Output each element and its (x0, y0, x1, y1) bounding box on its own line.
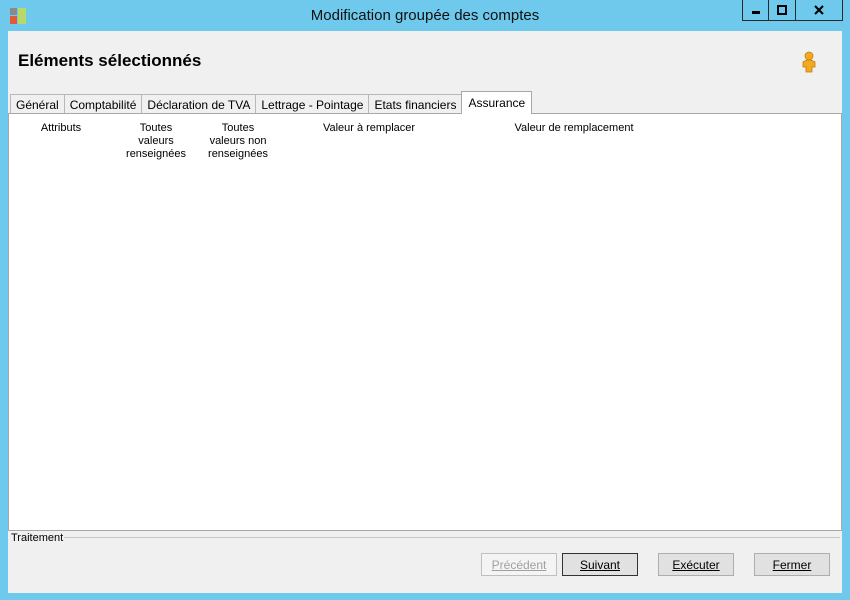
main-window: Modification groupée des comptes Elément… (0, 0, 850, 600)
tab-panel: Attributs Toutes valeurs renseignées Tou… (8, 113, 842, 531)
tab-declaration-tva[interactable]: Déclaration de TVA (141, 94, 257, 114)
header-band: Eléments sélectionnés (8, 31, 842, 91)
tab-strip: Général Comptabilité Déclaration de TVA … (10, 91, 842, 114)
suivant-button-label: Suivant (579, 557, 621, 572)
tab-general[interactable]: Général (10, 94, 65, 114)
fermer-button-label: Fermer (772, 557, 812, 572)
tab-assurance[interactable]: Assurance (461, 91, 533, 114)
fermer-button[interactable]: Fermer (754, 553, 830, 576)
tab-lettrage-pointage[interactable]: Lettrage - Pointage (255, 94, 370, 114)
minimize-button[interactable] (742, 0, 769, 21)
minimize-icon (751, 11, 760, 14)
executer-button-label: Exécuter (672, 557, 720, 572)
group-divider (64, 537, 840, 538)
tab-comptabilite[interactable]: Comptabilité (63, 94, 143, 114)
column-header-toutes-renseignees: Toutes valeurs renseignées (126, 122, 186, 160)
column-header-toutes-non-renseignees: Toutes valeurs non renseignées (208, 122, 268, 160)
close-icon (814, 5, 824, 15)
maximize-button[interactable] (769, 0, 796, 21)
title-bar[interactable]: Modification groupée des comptes (0, 0, 850, 31)
column-header-valeur-a-remplacer: Valeur à remplacer (322, 122, 416, 134)
precedent-button-label: Précédent (491, 557, 547, 572)
page-title: Eléments sélectionnés (18, 51, 202, 70)
suivant-button[interactable]: Suivant (562, 553, 638, 576)
close-button[interactable] (796, 0, 843, 21)
group-label-traitement: Traitement (11, 532, 64, 544)
window-controls (742, 0, 843, 21)
precedent-button[interactable]: Précédent (481, 553, 557, 576)
client-area: Eléments sélectionnés Général Comptabili… (8, 31, 842, 593)
executer-button[interactable]: Exécuter (658, 553, 734, 576)
maximize-icon (777, 5, 787, 15)
window-title: Modification groupée des comptes (310, 7, 540, 24)
footer: Traitement Précédent Suivant Exécuter Fe… (8, 531, 842, 593)
column-header-attributs: Attributs (40, 122, 82, 134)
user-icon (802, 51, 816, 73)
tab-etats-financiers[interactable]: Etats financiers (368, 94, 463, 114)
column-header-valeur-de-remplacement: Valeur de remplacement (514, 122, 634, 134)
